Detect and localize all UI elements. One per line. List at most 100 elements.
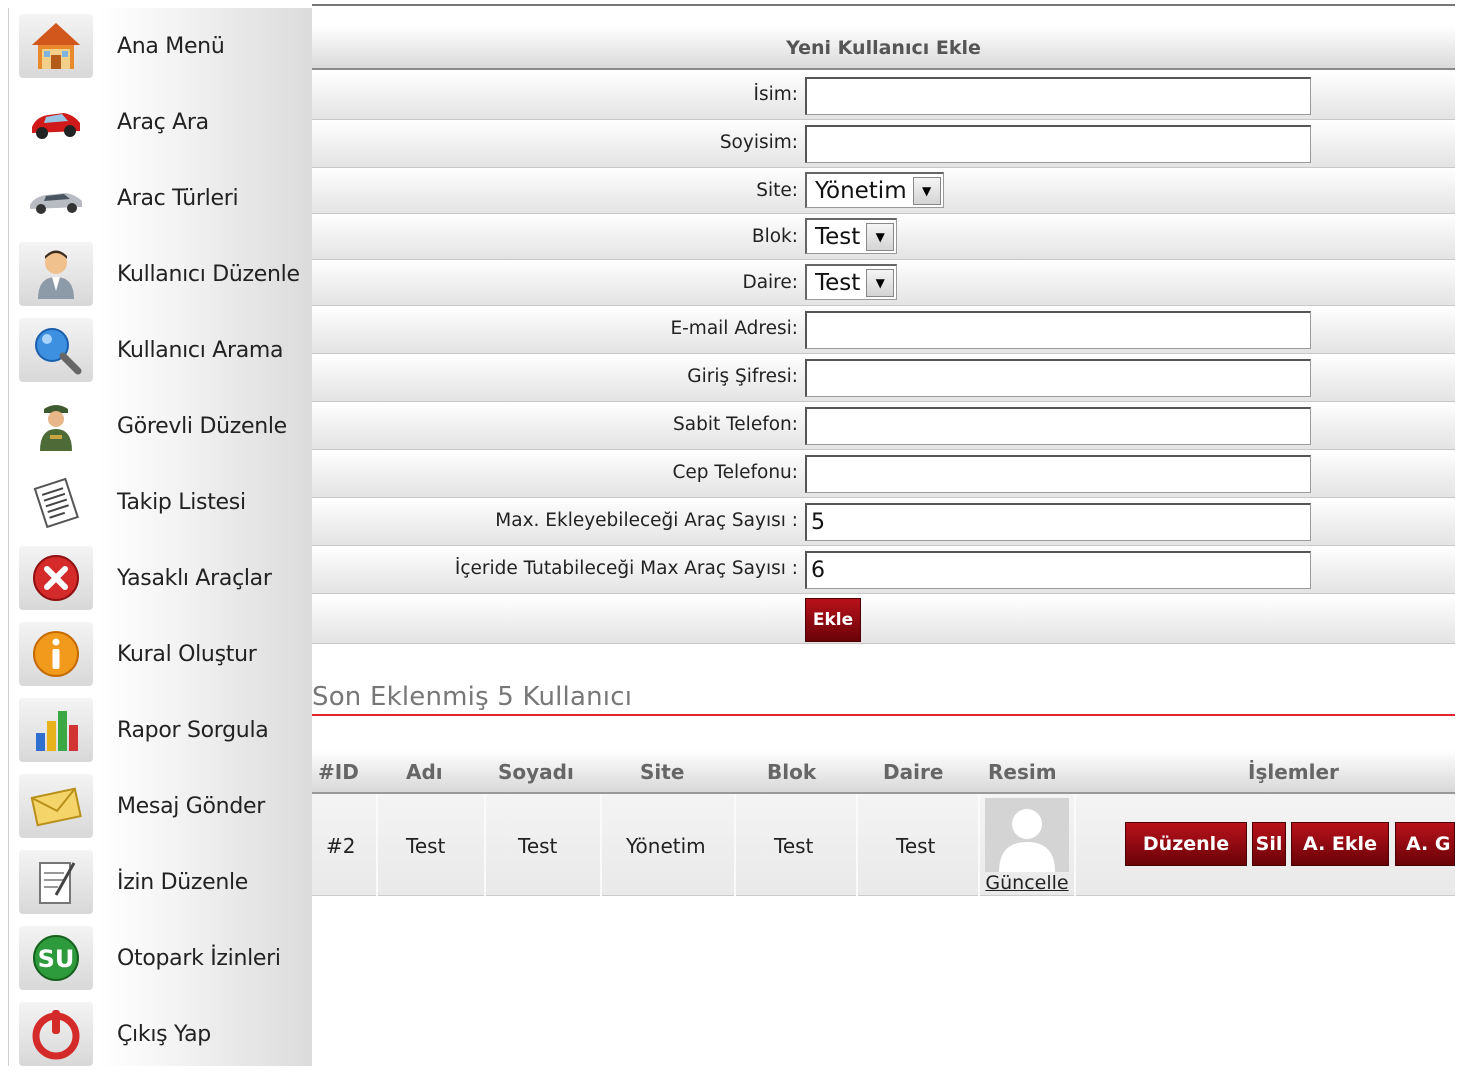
site-label: Site:	[756, 180, 798, 201]
info-icon	[19, 622, 93, 686]
table-header: #ID Adı Soyadı Site Blok Daire Resim İşl…	[312, 750, 1455, 794]
add-vehicle-button[interactable]: A. Ekle	[1291, 822, 1389, 866]
email-input[interactable]	[805, 311, 1311, 349]
col-header-id: #ID	[318, 760, 359, 784]
column-divider	[856, 794, 858, 896]
sidebar-item-ana-menu[interactable]: Ana Menü	[9, 8, 313, 84]
sidebar-item-arac-turleri[interactable]: Arac Türleri	[9, 160, 313, 236]
add-user-button[interactable]: Ekle	[805, 598, 861, 642]
isim-label: İsim:	[753, 84, 799, 105]
column-divider	[1074, 794, 1076, 896]
delete-button[interactable]: Sil	[1252, 822, 1286, 866]
sidebar-item-mesaj-gonder[interactable]: Mesaj Gönder	[9, 768, 313, 844]
email-label: E-mail Adresi:	[670, 318, 798, 339]
sidebar-item-label: Araç Ara	[117, 109, 209, 135]
cell-blok: Test	[774, 834, 814, 858]
column-divider	[734, 794, 736, 896]
sidebar-item-yasakli-araclar[interactable]: Yasaklı Araçlar	[9, 540, 313, 616]
sidebar-item-kullanici-duzenle[interactable]: Kullanıcı Düzenle	[9, 236, 313, 312]
cell-site: Yönetim	[626, 834, 706, 858]
column-divider	[600, 794, 602, 896]
vehicle-view-button[interactable]: A. G	[1395, 822, 1455, 866]
landline-input[interactable]	[805, 407, 1311, 445]
sidebar-item-rapor-sorgula[interactable]: Rapor Sorgula	[9, 692, 313, 768]
site-select-value: Yönetim	[815, 177, 907, 204]
chevron-down-icon[interactable]: ▼	[912, 176, 941, 205]
soyisim-label: Soyisim:	[719, 132, 798, 153]
column-divider	[484, 794, 486, 896]
report-chart-icon	[19, 698, 93, 762]
sidebar-item-label: Çıkış Yap	[117, 1021, 211, 1047]
cell-soyadi: Test	[518, 834, 558, 858]
form-row-submit: Ekle	[312, 596, 1455, 644]
sidebar-item-cikis-yap[interactable]: Çıkış Yap	[9, 996, 313, 1072]
sidebar-item-gorevli-duzenle[interactable]: Görevli Düzenle	[9, 388, 313, 464]
form-row-daire: Daire: Test ▼	[312, 260, 1455, 306]
sidebar-item-label: Takip Listesi	[117, 489, 246, 515]
form-row-email: E-mail Adresi:	[312, 306, 1455, 354]
daire-select[interactable]: Test ▼	[805, 264, 898, 300]
parking-permit-icon: SU	[19, 926, 93, 990]
max-inside-label: İçeride Tutabileceği Max Araç Sayısı :	[454, 558, 798, 579]
form-row-soyisim: Soyisim:	[312, 120, 1455, 168]
mobile-input[interactable]	[805, 455, 1311, 493]
sidebar-item-takip-listesi[interactable]: Takip Listesi	[9, 464, 313, 540]
power-icon	[19, 1002, 93, 1066]
update-photo-link[interactable]: Güncelle	[985, 872, 1069, 894]
max-inside-input[interactable]	[805, 551, 1311, 589]
sidebar-item-label: İzin Düzenle	[117, 869, 249, 895]
column-divider	[978, 794, 980, 896]
blok-select-value: Test	[815, 223, 861, 250]
sidebar-item-label: Rapor Sorgula	[117, 717, 269, 743]
red-car-icon	[19, 90, 93, 154]
form-row-max-icerde: İçeride Tutabileceği Max Araç Sayısı :	[312, 546, 1455, 594]
sidebar-item-kullanici-arama[interactable]: Kullanıcı Arama	[9, 312, 313, 388]
form-row-sifre: Giriş Şifresi:	[312, 354, 1455, 402]
max-add-input[interactable]	[805, 503, 1311, 541]
sidebar-item-label: Otopark İzinleri	[117, 945, 281, 971]
blok-select[interactable]: Test ▼	[805, 218, 898, 254]
envelope-icon	[19, 774, 93, 838]
cell-daire: Test	[896, 834, 936, 858]
password-label: Giriş Şifresi:	[687, 366, 798, 387]
top-border	[312, 4, 1455, 6]
cell-adi: Test	[406, 834, 446, 858]
site-select[interactable]: Yönetim ▼	[805, 172, 944, 208]
list-icon	[19, 470, 93, 534]
sidebar-item-label: Kural Oluştur	[117, 641, 257, 667]
sidebar-item-label: Mesaj Gönder	[117, 793, 265, 819]
form-row-isim: İsim:	[312, 72, 1455, 120]
edit-button[interactable]: Düzenle	[1125, 822, 1247, 866]
chevron-down-icon[interactable]: ▼	[866, 222, 895, 251]
password-input[interactable]	[805, 359, 1311, 397]
form-row-site: Site: Yönetim ▼	[312, 168, 1455, 214]
column-divider	[376, 794, 378, 896]
sidebar-item-izin-duzenle[interactable]: İzin Düzenle	[9, 844, 313, 920]
blok-label: Blok:	[751, 226, 798, 247]
sidebar-item-label: Görevli Düzenle	[117, 413, 287, 439]
user-icon	[19, 242, 93, 306]
officer-icon	[19, 394, 93, 458]
isim-input[interactable]	[805, 77, 1311, 115]
silver-car-icon	[19, 166, 93, 230]
soyisim-input[interactable]	[805, 125, 1311, 163]
document-edit-icon	[19, 850, 93, 914]
table-row: #2 Test Test Yönetim Test Test Güncelle …	[312, 794, 1455, 896]
form-row-blok: Blok: Test ▼	[312, 214, 1455, 260]
magnifier-icon	[19, 318, 93, 382]
col-header-site: Site	[640, 760, 685, 784]
svg-text:SU: SU	[38, 945, 75, 973]
sidebar-item-arac-ara[interactable]: Araç Ara	[9, 84, 313, 160]
sidebar-item-kural-olustur[interactable]: Kural Oluştur	[9, 616, 313, 692]
col-header-islemler: İşlemler	[1248, 760, 1339, 784]
col-header-resim: Resim	[988, 760, 1057, 784]
sidebar-menu: Ana Menü Araç Ara Arac Türleri Kullanıcı…	[8, 8, 312, 1066]
daire-label: Daire:	[742, 272, 798, 293]
col-header-soyadi: Soyadı	[498, 760, 574, 784]
landline-label: Sabit Telefon:	[673, 414, 798, 435]
chevron-down-icon[interactable]: ▼	[866, 268, 895, 297]
home-icon	[19, 14, 93, 78]
sidebar-item-otopark-izinleri[interactable]: SU Otopark İzinleri	[9, 920, 313, 996]
cell-id: #2	[326, 834, 356, 858]
form-row-cep-telefonu: Cep Telefonu:	[312, 450, 1455, 498]
